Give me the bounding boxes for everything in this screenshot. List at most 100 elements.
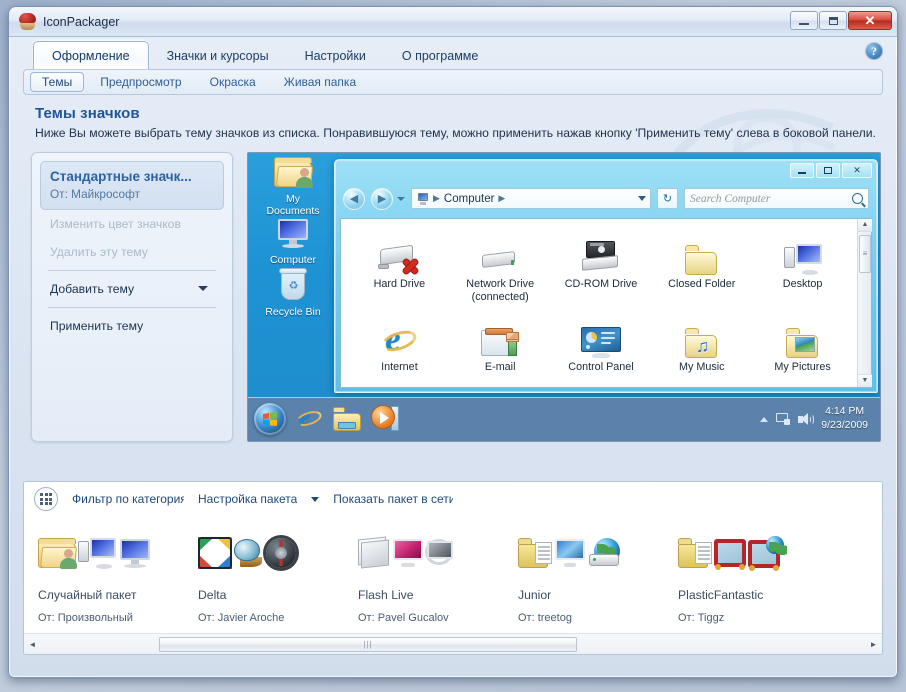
maximize-button[interactable] — [819, 11, 847, 30]
explorer-toolbar: ◀ ▶ ▶ Computer ▶ ↻ Search Computer — [335, 182, 877, 216]
history-dropdown-icon[interactable] — [397, 197, 405, 201]
volume-tray-icon[interactable] — [798, 413, 813, 426]
address-dropdown-icon[interactable] — [638, 196, 646, 201]
minimize-button[interactable] — [790, 11, 818, 30]
explorer-vertical-scrollbar[interactable]: ▲ ≡ ▼ — [857, 219, 871, 387]
help-icon[interactable]: ? — [865, 42, 883, 60]
package-horizontal-scrollbar[interactable]: ◄ ||| ► — [24, 633, 882, 654]
change-icon-color-link[interactable]: Изменить цвет значков — [40, 210, 224, 238]
explorer-minimize-button[interactable] — [790, 163, 814, 178]
explorer-item-cd-rom-drive[interactable]: CD-ROM Drive — [551, 227, 652, 310]
package-name-junior: Junior — [518, 588, 666, 602]
package-name-plastic-fantastic: PlasticFantastic — [678, 588, 826, 602]
subtab-preview[interactable]: Предпросмотр — [88, 72, 193, 92]
scroll-track[interactable]: ||| — [41, 635, 865, 654]
explorer-item-control-panel[interactable]: Control Panel — [551, 310, 652, 380]
delta-gear-icon — [266, 538, 296, 568]
desktop-icon-column: MyDocuments Computer ♻ Recycle Bin — [252, 157, 334, 318]
computer-icon — [276, 219, 310, 248]
package-settings-chevron-icon[interactable] — [311, 497, 319, 502]
system-tray: 4:14 PM 9/23/2009 — [760, 405, 874, 432]
desktop-item-my-documents[interactable]: MyDocuments — [253, 157, 333, 217]
subtab-live-folder[interactable]: Живая папка — [272, 72, 368, 92]
taskbar-media-player-icon[interactable] — [370, 404, 400, 434]
explorer-window: ✕ ◀ ▶ ▶ Computer ▶ ↻ S — [334, 159, 878, 393]
package-item-flash-live[interactable]: Flash Live От: Pavel Gucalov — [352, 520, 512, 632]
subtab-themes[interactable]: Темы — [30, 72, 84, 92]
delta-shell-icon — [234, 539, 264, 567]
scroll-thumb[interactable]: ≡ — [859, 235, 871, 273]
add-theme-label: Добавить тему — [50, 282, 134, 296]
package-item-random[interactable]: Случайный пакет От: Произвольный — [32, 520, 192, 632]
scroll-up-arrow[interactable]: ▲ — [858, 219, 872, 232]
window-title: IconPackager — [43, 15, 119, 29]
explorer-item-internet[interactable]: e Internet — [349, 310, 450, 380]
hard-drive-icon — [378, 241, 420, 275]
package-item-junior[interactable]: Junior От: treetog — [512, 520, 672, 632]
package-item-delta[interactable]: Delta От: Javier Aroche — [192, 520, 352, 632]
explorer-item-desktop[interactable]: Desktop — [752, 227, 853, 310]
explorer-item-my-music[interactable]: ♫ My Music — [651, 310, 752, 380]
explorer-label-closed-folder: Closed Folder — [653, 278, 750, 291]
explorer-item-hard-drive[interactable]: Hard Drive — [349, 227, 450, 310]
grid-view-icon[interactable] — [34, 487, 58, 511]
apply-theme-button[interactable]: Применить тему — [40, 312, 224, 340]
delete-theme-link[interactable]: Удалить эту тему — [40, 238, 224, 266]
show-hidden-icons-icon[interactable] — [760, 417, 768, 422]
clock-time: 4:14 PM — [821, 405, 868, 419]
explorer-item-email[interactable]: E-mail — [450, 310, 551, 380]
theme-preview[interactable]: MyDocuments Computer ♻ Recycle Bin — [247, 152, 881, 442]
horizontal-scroll-thumb[interactable]: ||| — [159, 637, 577, 652]
explorer-item-closed-folder[interactable]: Closed Folder — [651, 227, 752, 310]
package-settings-button[interactable]: Настройка пакета — [198, 492, 297, 506]
tab-icons-and-cursors[interactable]: Значки и курсоры — [149, 43, 287, 69]
plastic-frame-globe-icon — [748, 538, 782, 568]
tab-about[interactable]: О программе — [384, 43, 496, 69]
sidebar-divider-2 — [48, 307, 216, 308]
random-monitor-icon — [118, 539, 152, 568]
taskbar-clock[interactable]: 4:14 PM 9/23/2009 — [821, 405, 868, 432]
desktop-item-recycle-bin[interactable]: ♻ Recycle Bin — [253, 268, 333, 318]
explorer-content: Hard Drive Network Drive(connected) — [340, 218, 872, 388]
current-theme-card[interactable]: Стандартные значк... От: Майкрософт — [40, 161, 224, 210]
package-item-plastic-fantastic[interactable]: PlasticFantastic От: Tiggz — [672, 520, 832, 632]
desktop-item-computer[interactable]: Computer — [253, 219, 333, 266]
start-button[interactable] — [254, 403, 286, 435]
tab-settings[interactable]: Настройки — [287, 43, 384, 69]
explorer-maximize-button[interactable] — [816, 163, 840, 178]
scroll-right-arrow[interactable]: ► — [865, 635, 882, 654]
recycle-bin-icon: ♻ — [279, 268, 307, 300]
forward-button[interactable]: ▶ — [371, 188, 393, 210]
back-button[interactable]: ◀ — [343, 188, 365, 210]
sub-tab-strip: Темы Предпросмотр Окраска Живая папка — [23, 69, 883, 95]
flash-live-paper-icon — [358, 538, 390, 568]
plastic-frame-icon — [714, 539, 746, 567]
upper-pane: Стандартные значк... От: Майкрософт Изме… — [31, 152, 881, 442]
explorer-item-network-drive[interactable]: Network Drive(connected) — [450, 227, 551, 310]
package-name-random: Случайный пакет — [38, 588, 186, 602]
subtab-coloring[interactable]: Окраска — [198, 72, 268, 92]
page-title: Темы значков — [35, 105, 877, 122]
share-package-button[interactable]: Показать пакет в сети — [333, 492, 453, 506]
tab-appearance[interactable]: Оформление — [33, 41, 149, 69]
scroll-left-arrow[interactable]: ◄ — [24, 635, 41, 654]
filter-by-category-button[interactable]: Фильтр по категориям — [72, 492, 184, 506]
explorer-item-my-pictures[interactable]: My Pictures — [752, 310, 853, 380]
taskbar-internet-explorer-icon[interactable]: e — [294, 404, 324, 434]
email-icon — [481, 328, 519, 358]
search-input[interactable]: Search Computer — [684, 188, 869, 209]
refresh-button[interactable]: ↻ — [657, 188, 678, 209]
title-bar-left: IconPackager — [19, 13, 119, 30]
close-button[interactable]: ✕ — [848, 11, 892, 30]
scroll-down-arrow[interactable]: ▼ — [858, 374, 872, 387]
windows-flag-icon — [262, 411, 278, 427]
network-tray-icon[interactable] — [776, 413, 790, 425]
breadcrumb-computer[interactable]: Computer — [444, 193, 495, 205]
taskbar-explorer-folder-icon[interactable] — [332, 404, 362, 434]
package-preview-icons-junior — [518, 522, 666, 584]
add-theme-button[interactable]: Добавить тему — [40, 275, 224, 303]
network-drive-icon — [480, 245, 520, 275]
explorer-close-button[interactable]: ✕ — [842, 163, 872, 178]
address-bar[interactable]: ▶ Computer ▶ — [411, 188, 651, 209]
iconpackager-icon — [19, 13, 36, 30]
